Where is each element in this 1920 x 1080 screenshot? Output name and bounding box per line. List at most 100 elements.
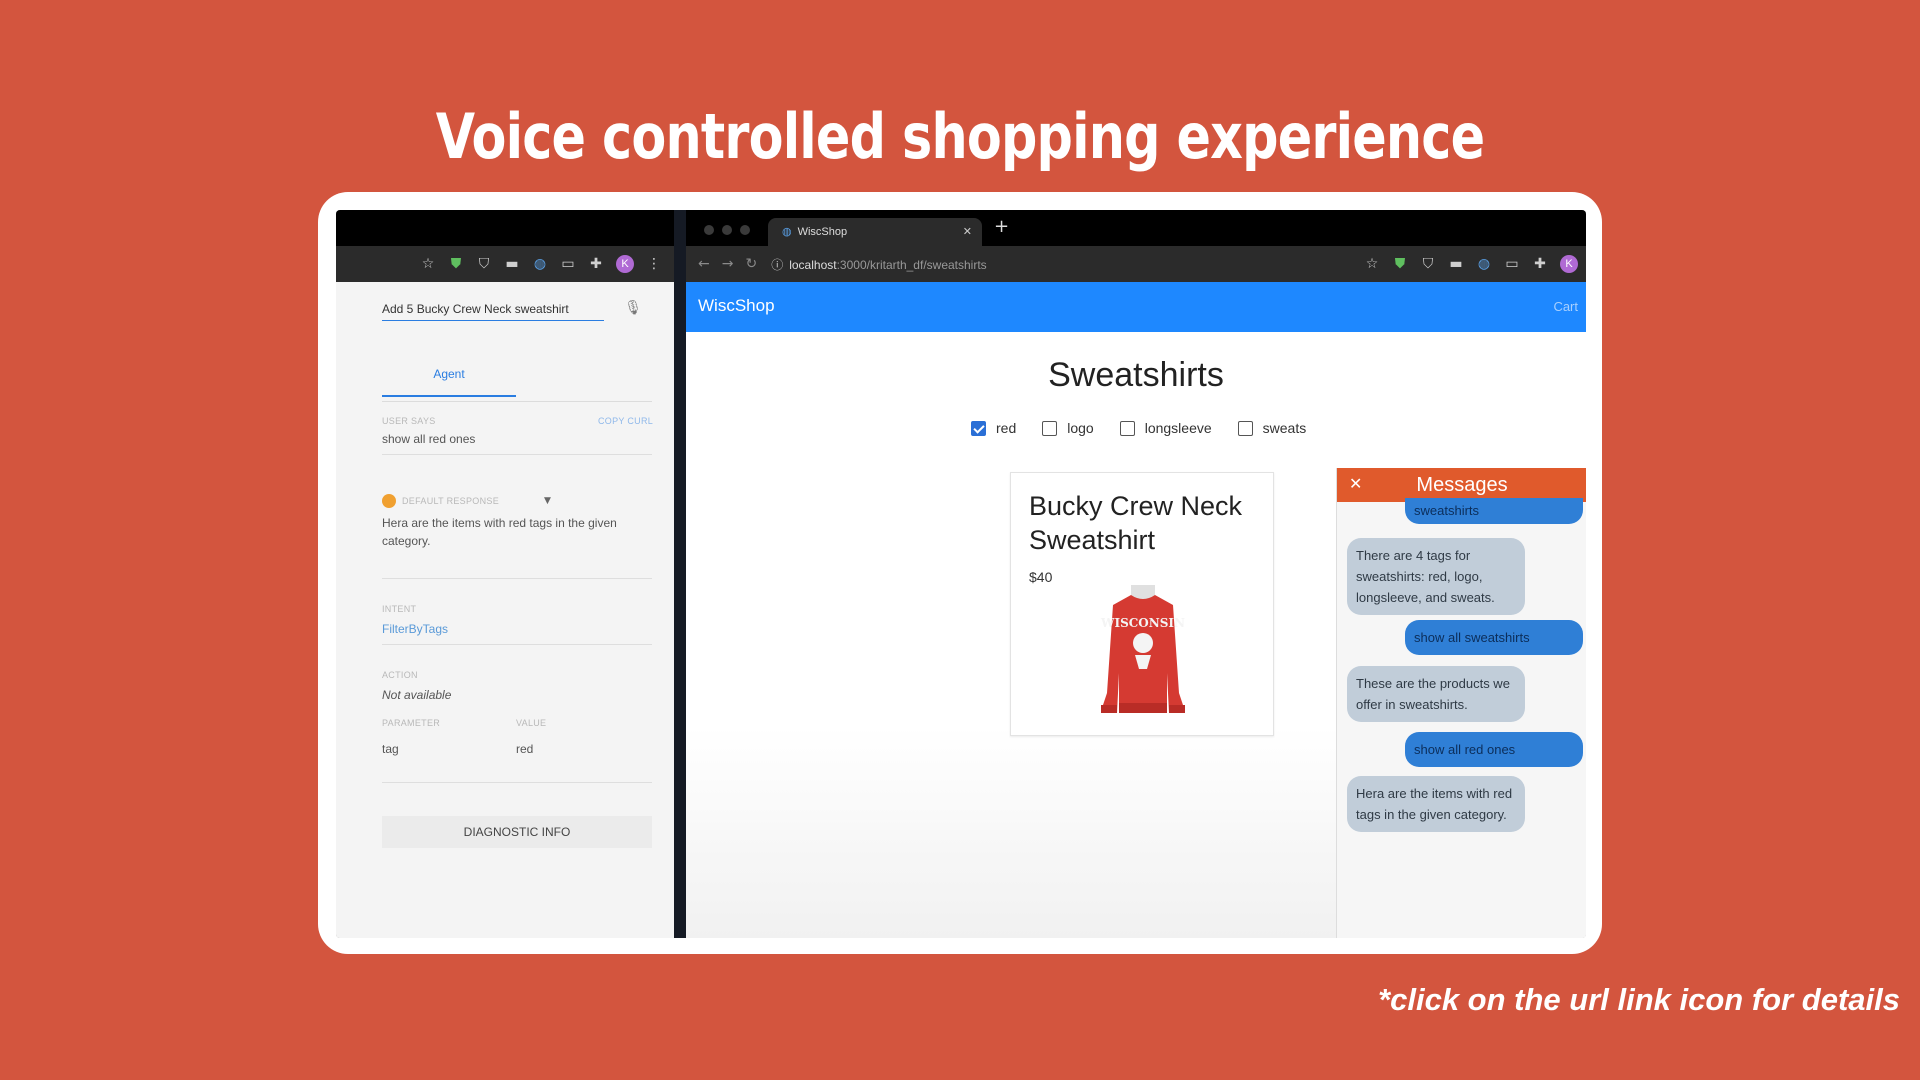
messages-panel: ✕ Messages sweatshirts There are 4 tags … bbox=[1336, 468, 1586, 938]
filter-sweats[interactable]: sweats bbox=[1237, 420, 1307, 436]
agent-panel: Add 5 Bucky Crew Neck sweatshirt 🎙 Agent… bbox=[336, 282, 674, 938]
filter-label: logo bbox=[1067, 420, 1094, 436]
close-window-button[interactable] bbox=[704, 225, 714, 235]
browser-extensions: ☆ ⛊ ⛉ ▬ ◍ ▭ ✚ K bbox=[1364, 255, 1578, 273]
message-bubble-bot: Hera are the items with red tags in the … bbox=[1347, 776, 1525, 832]
extensions-puzzle-icon[interactable]: ✚ bbox=[588, 256, 604, 272]
left-window-titlebar bbox=[336, 210, 674, 246]
extension-card-icon[interactable]: ▭ bbox=[560, 256, 576, 272]
window-controls bbox=[704, 225, 750, 235]
extension-globe-icon[interactable]: ◍ bbox=[532, 256, 548, 272]
microphone-icon[interactable]: 🎙 bbox=[624, 300, 642, 316]
filter-label: longsleeve bbox=[1144, 420, 1212, 436]
intent-label: INTENT bbox=[382, 604, 417, 614]
bookmark-star-icon[interactable]: ☆ bbox=[1364, 256, 1380, 272]
filter-logo[interactable]: logo bbox=[1042, 420, 1094, 436]
copy-curl-link[interactable]: COPY CURL bbox=[598, 416, 653, 426]
tab-favicon-icon: ◍ bbox=[782, 225, 792, 238]
tab-title: WiscShop bbox=[797, 226, 848, 238]
message-bubble-bot: There are 4 tags for sweatshirts: red, l… bbox=[1347, 538, 1525, 615]
diagnostic-info-button[interactable]: DIAGNOSTIC INFO bbox=[382, 816, 652, 848]
filter-checkbox[interactable] bbox=[1119, 420, 1135, 436]
maximize-window-button[interactable] bbox=[740, 225, 750, 235]
url-path: :3000/kritarth_df/sweatshirts bbox=[836, 257, 987, 272]
action-label: ACTION bbox=[382, 670, 418, 680]
filter-checkbox[interactable] bbox=[1237, 420, 1253, 436]
intent-link[interactable]: FilterByTags bbox=[382, 622, 448, 636]
browser-navbar: ← → ↻ ⓘ localhost:3000/kritarth_df/sweats… bbox=[686, 246, 1586, 282]
divider bbox=[382, 644, 652, 645]
parameter-label: PARAMETER bbox=[382, 718, 441, 728]
chevron-down-icon[interactable]: ▼ bbox=[544, 496, 551, 506]
extension-globe-icon[interactable]: ◍ bbox=[1476, 256, 1492, 272]
messages-title: Messages bbox=[1416, 474, 1508, 496]
back-arrow-icon[interactable]: ← bbox=[698, 256, 710, 272]
default-response-label: DEFAULT RESPONSE bbox=[402, 496, 499, 506]
shop-page: Sweatshirts red logo longsleeve sweats B… bbox=[686, 332, 1586, 938]
query-row: Add 5 Bucky Crew Neck sweatshirt 🎙 bbox=[382, 300, 662, 321]
filter-label: red bbox=[996, 420, 1017, 436]
sweatshirt-print-text: WISCONSIN bbox=[1100, 616, 1185, 630]
window-gap bbox=[674, 210, 686, 938]
filter-checkbox[interactable] bbox=[1042, 420, 1058, 436]
product-price: $40 bbox=[1029, 569, 1053, 585]
message-bubble-user: show all red ones bbox=[1405, 732, 1583, 767]
site-info-icon[interactable]: ⓘ bbox=[771, 258, 783, 272]
shop-brand[interactable]: WiscShop bbox=[698, 296, 775, 316]
value-label: VALUE bbox=[516, 718, 547, 728]
extension-shield-icon[interactable]: ⛊ bbox=[1392, 256, 1408, 272]
parameter-value: red bbox=[516, 742, 534, 756]
query-input[interactable]: Add 5 Bucky Crew Neck sweatshirt bbox=[382, 302, 604, 321]
product-title: Bucky Crew Neck Sweatshirt bbox=[1029, 491, 1243, 555]
messages-header: ✕ Messages bbox=[1337, 468, 1586, 502]
user-says-label: USER SAYS bbox=[382, 416, 436, 426]
filter-label: sweats bbox=[1262, 420, 1307, 436]
extensions-puzzle-icon[interactable]: ✚ bbox=[1532, 256, 1548, 272]
browser-tab[interactable]: ◍ WiscShop ✕ bbox=[768, 218, 982, 246]
divider bbox=[382, 578, 652, 579]
tab-agent[interactable]: Agent bbox=[382, 367, 516, 397]
url-host: localhost bbox=[789, 257, 837, 272]
page-title: Sweatshirts bbox=[1048, 356, 1224, 394]
message-bubble-user: show all sweatshirts bbox=[1405, 620, 1583, 655]
reload-icon[interactable]: ↻ bbox=[745, 256, 757, 272]
minimize-window-button[interactable] bbox=[722, 225, 732, 235]
default-response-value: Hera are the items with red tags in the … bbox=[382, 516, 617, 548]
address-bar[interactable]: ⓘ localhost:3000/kritarth_df/sweatshirts bbox=[771, 256, 986, 273]
bookmark-star-icon[interactable]: ☆ bbox=[420, 256, 436, 272]
forward-arrow-icon[interactable]: → bbox=[722, 256, 734, 272]
action-value: Not available bbox=[382, 688, 452, 702]
product-card[interactable]: Bucky Crew Neck Sweatshirt $40 WISCONSIN bbox=[1010, 472, 1274, 736]
tab-close-icon[interactable]: ✕ bbox=[963, 218, 972, 246]
divider bbox=[382, 782, 652, 783]
user-says-value: show all red ones bbox=[382, 432, 476, 446]
sweatshirt-image: WISCONSIN bbox=[1100, 585, 1185, 713]
tag-filters: red logo longsleeve sweats bbox=[971, 420, 1306, 436]
shop-window: ◍ WiscShop ✕ + ← → ↻ ⓘ localhost:3000/krit… bbox=[686, 210, 1586, 938]
extension-shield-icon[interactable]: ⛊ bbox=[448, 256, 464, 272]
headline: Voice controlled shopping experience bbox=[435, 100, 1485, 173]
filter-checkbox[interactable] bbox=[971, 420, 986, 436]
extension-card-icon[interactable]: ▭ bbox=[1504, 256, 1520, 272]
extension-pill-icon[interactable]: ▬ bbox=[1448, 256, 1464, 272]
tab-underline bbox=[382, 401, 652, 402]
extension-badge-icon[interactable]: ⛉ bbox=[1420, 256, 1436, 272]
response-bubble-icon bbox=[382, 494, 396, 508]
extension-pill-icon[interactable]: ▬ bbox=[504, 256, 520, 272]
filter-red[interactable]: red bbox=[971, 420, 1016, 436]
browser-menu-icon[interactable]: ⋮ bbox=[646, 256, 662, 272]
dialogflow-window: ☆ ⛊ ⛉ ▬ ◍ ▭ ✚ K ⋮ Add 5 Bucky Crew Neck … bbox=[336, 210, 674, 938]
browser-tabbar: ◍ WiscShop ✕ + bbox=[686, 210, 1586, 246]
new-tab-icon[interactable]: + bbox=[994, 216, 1009, 237]
shop-app-bar: WiscShop Cart bbox=[686, 282, 1586, 332]
extension-badge-icon[interactable]: ⛉ bbox=[476, 256, 492, 272]
footnote: *click on the url link icon for details bbox=[1378, 982, 1900, 1017]
message-bubble-bot: These are the products we offer in sweat… bbox=[1347, 666, 1525, 722]
left-browser-toolbar: ☆ ⛊ ⛉ ▬ ◍ ▭ ✚ K ⋮ bbox=[336, 246, 674, 282]
profile-avatar[interactable]: K bbox=[1560, 255, 1578, 273]
cart-link[interactable]: Cart bbox=[1553, 299, 1578, 314]
profile-avatar[interactable]: K bbox=[616, 255, 634, 273]
screen-capture: ☆ ⛊ ⛉ ▬ ◍ ▭ ✚ K ⋮ Add 5 Bucky Crew Neck … bbox=[336, 210, 1586, 938]
filter-longsleeve[interactable]: longsleeve bbox=[1119, 420, 1212, 436]
divider bbox=[382, 454, 652, 455]
